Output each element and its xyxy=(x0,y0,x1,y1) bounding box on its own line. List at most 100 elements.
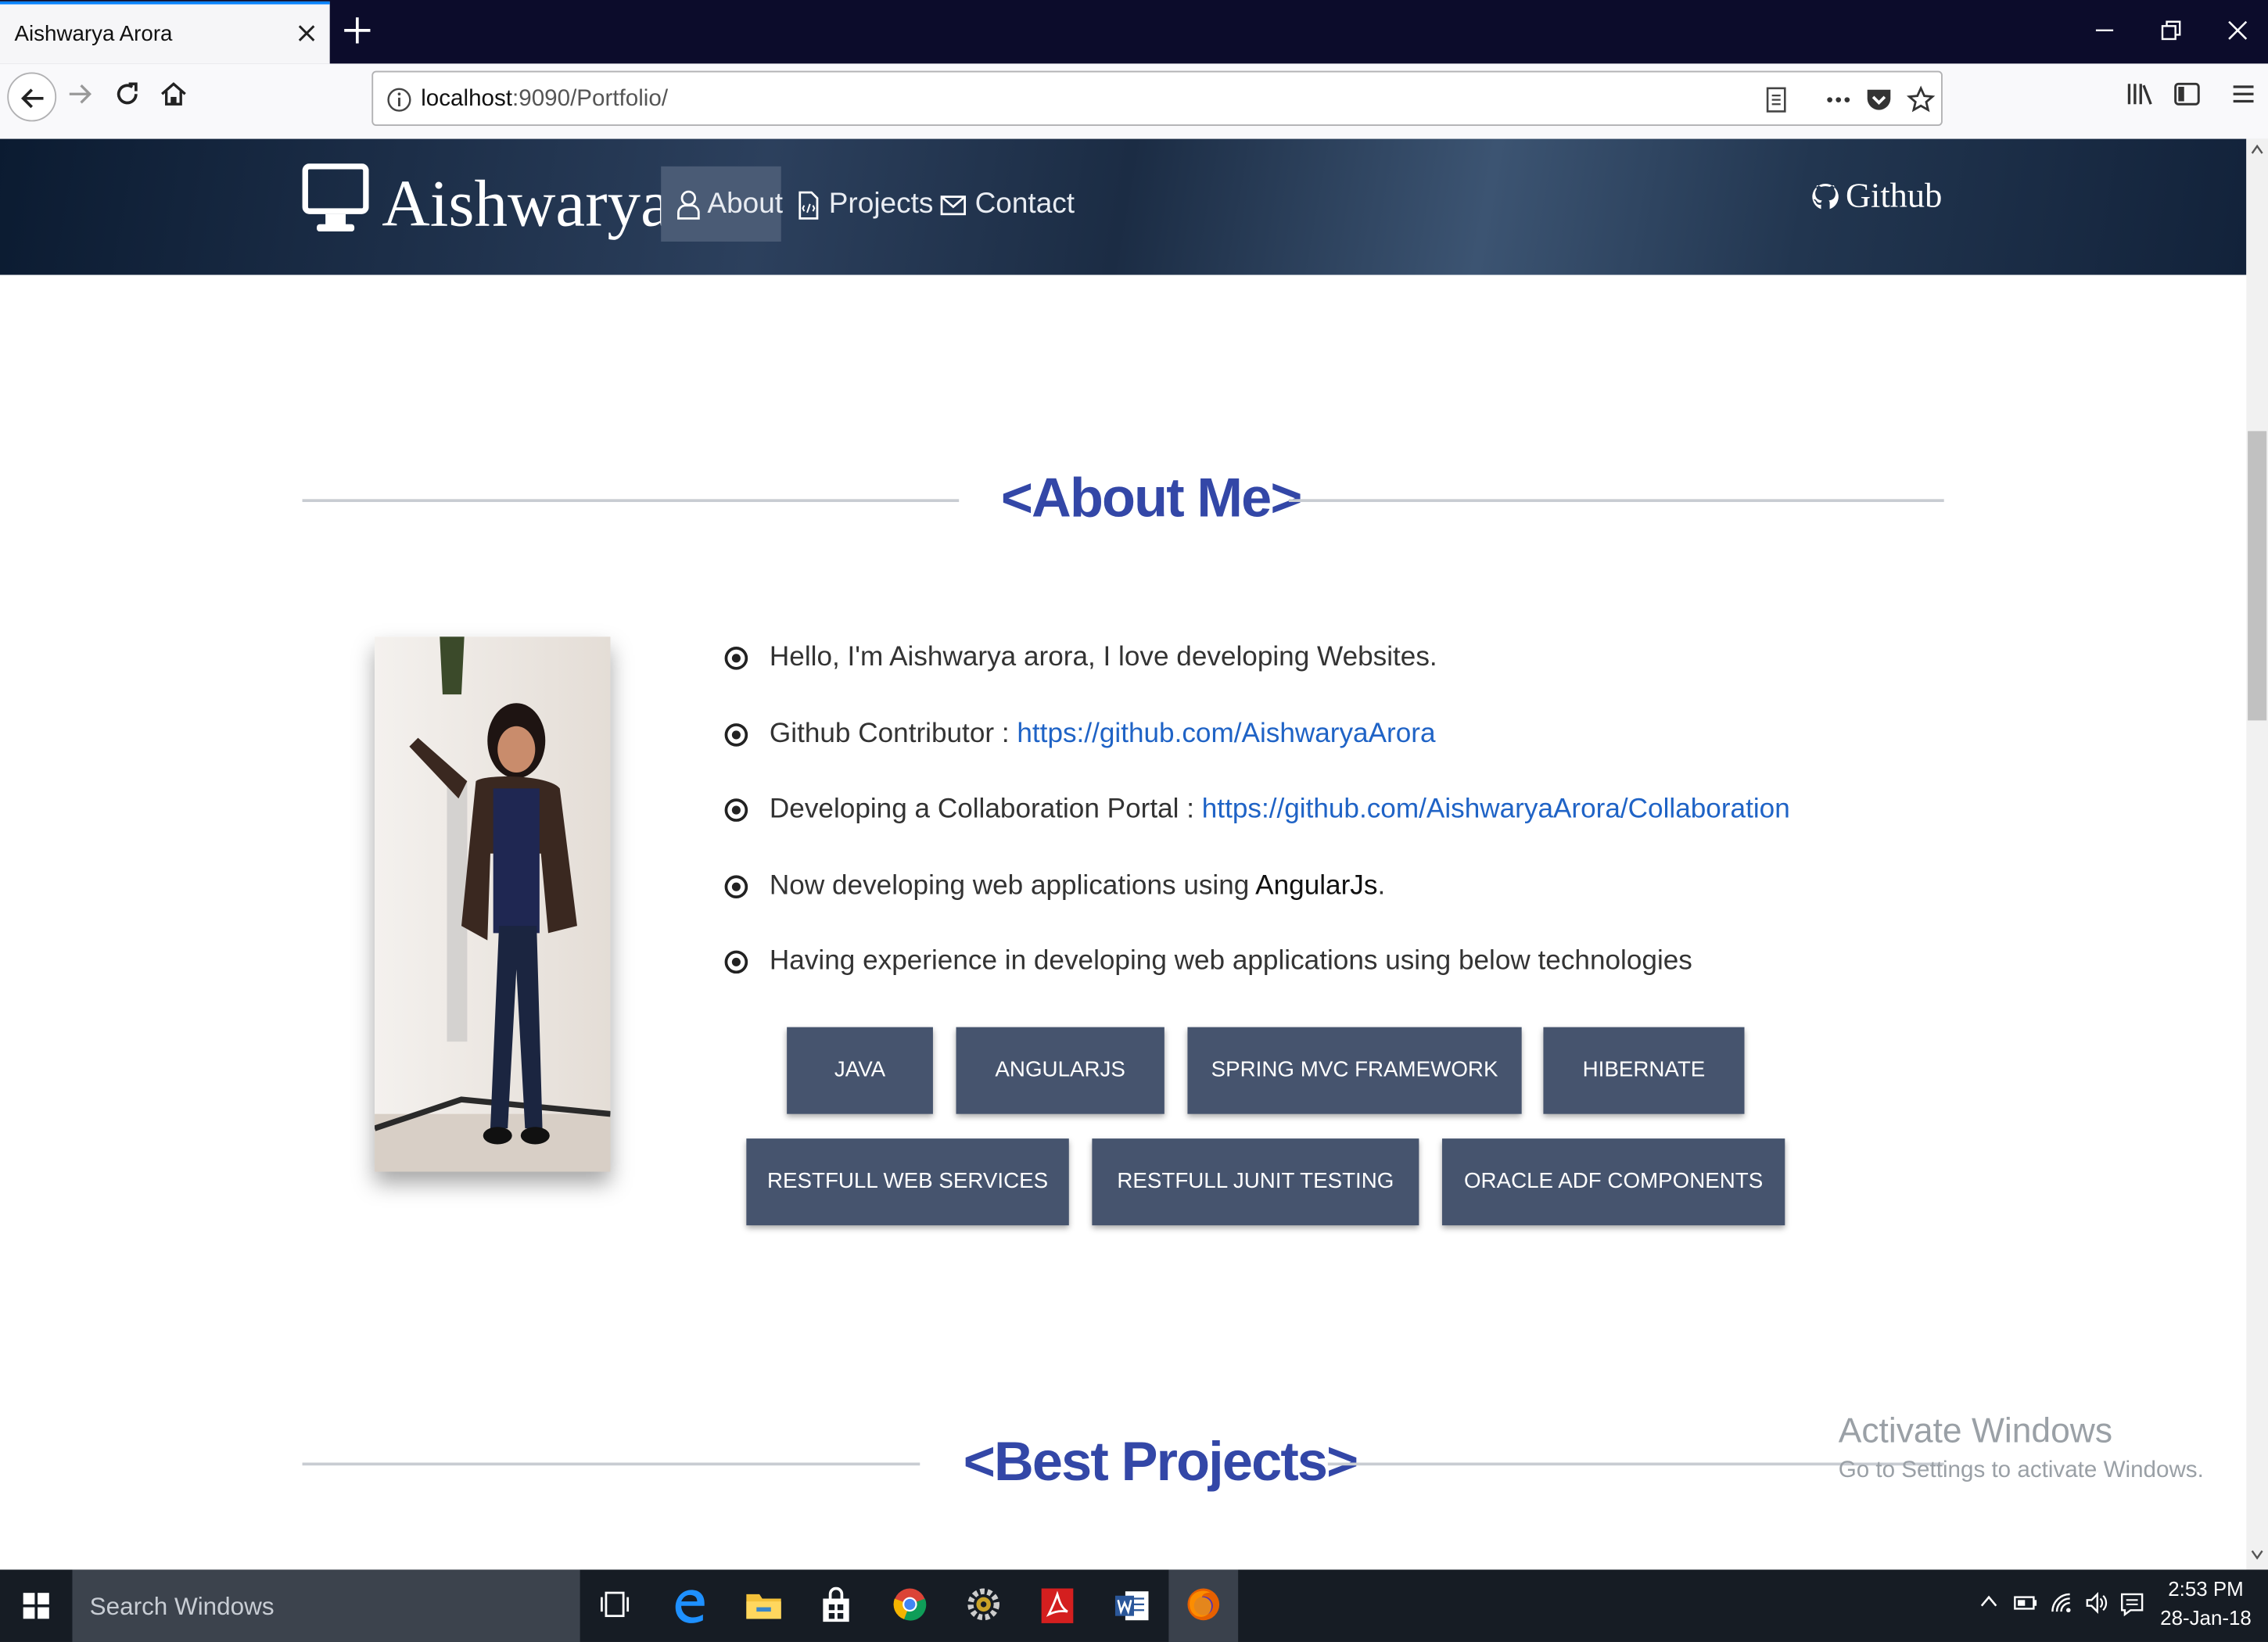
forward-icon[interactable] xyxy=(65,80,94,109)
skill-button-hibernate[interactable]: HIBERNATE xyxy=(1543,1027,1745,1114)
site-info-icon[interactable] xyxy=(386,87,412,113)
site-brand[interactable]: Aishwarya xyxy=(382,165,670,242)
skill-label: SPRING MVC FRAMEWORK xyxy=(1211,1057,1498,1082)
more-actions-icon[interactable] xyxy=(1824,85,1853,114)
word-icon xyxy=(1114,1591,1149,1621)
taskbar-chrome[interactable] xyxy=(875,1569,945,1642)
user-icon xyxy=(677,190,700,220)
scroll-up-icon[interactable] xyxy=(2251,145,2264,155)
skill-button-spring-mvc[interactable]: SPRING MVC FRAMEWORK xyxy=(1187,1027,1522,1114)
envelope-icon xyxy=(940,195,967,216)
nav-projects-label: Projects xyxy=(828,188,934,220)
volume-icon[interactable] xyxy=(2084,1591,2110,1615)
browser-tab[interactable]: Aishwarya Arora xyxy=(0,1,330,64)
nav-contact[interactable]: Contact xyxy=(936,167,1075,242)
bullet-target-icon xyxy=(724,723,748,747)
taskbar-settings-app[interactable] xyxy=(949,1569,1018,1642)
tray-chevron-icon[interactable] xyxy=(1979,1591,1999,1612)
url-bar[interactable]: localhost:9090/Portfolio/ xyxy=(371,70,1943,126)
reload-icon[interactable] xyxy=(113,80,142,109)
close-window-icon[interactable] xyxy=(2225,17,2251,43)
url-path: :9090/Portfolio/ xyxy=(512,87,669,112)
github-profile-link[interactable]: https://github.com/AishwaryaArora xyxy=(1017,719,1435,750)
store-icon xyxy=(823,1586,849,1622)
chrome-icon xyxy=(893,1588,927,1621)
menu-icon[interactable] xyxy=(2229,80,2258,109)
skill-button-restful-junit[interactable]: RESTFULL JUNIT TESTING xyxy=(1092,1138,1419,1226)
taskbar-file-explorer[interactable] xyxy=(727,1569,797,1642)
taskbar-edge[interactable] xyxy=(655,1569,725,1642)
restore-icon[interactable] xyxy=(2158,17,2184,43)
nav-about-label: About xyxy=(707,188,784,220)
notifications-icon[interactable] xyxy=(2119,1591,2145,1617)
minimize-icon[interactable] xyxy=(2091,17,2117,43)
windows-taskbar: Search Windows 2:53 PM 28-Jan-18 xyxy=(0,1569,2268,1642)
site-navbar: Aishwarya About Projects Contact Github xyxy=(0,138,2247,275)
skill-label: JAVA xyxy=(834,1057,886,1082)
profile-photo xyxy=(375,636,611,1172)
bullet-target-icon xyxy=(724,647,748,670)
projects-divider-left xyxy=(302,1462,920,1466)
about-title: <About Me> xyxy=(1000,468,1303,530)
skill-label: ORACLE ADF COMPONENTS xyxy=(1463,1168,1764,1194)
browser-toolbar: localhost:9090/Portfolio/ xyxy=(0,63,2268,141)
url-text[interactable]: localhost:9090/Portfolio/ xyxy=(421,87,668,113)
github-label: Github xyxy=(1845,177,1943,216)
about-divider-left xyxy=(302,499,960,503)
monitor-icon xyxy=(302,163,369,236)
about-item-text: Now developing web applications using xyxy=(769,870,1256,902)
sidebar-toggle-icon[interactable] xyxy=(2173,80,2202,109)
skill-button-oracle-adf[interactable]: ORACLE ADF COMPONENTS xyxy=(1441,1138,1785,1226)
skill-label: RESTFULL JUNIT TESTING xyxy=(1117,1168,1394,1194)
clock-time: 2:53 PM xyxy=(2168,1576,2244,1601)
folder-icon xyxy=(746,1594,781,1619)
windows-start-icon[interactable] xyxy=(23,1593,49,1619)
watermark-line1: Activate Windows xyxy=(1838,1411,2113,1451)
activate-windows-watermark: Activate Windows Go to Settings to activ… xyxy=(1839,1412,2204,1485)
taskbar-word[interactable] xyxy=(1096,1569,1166,1642)
back-arrow-icon xyxy=(20,88,44,109)
library-icon[interactable] xyxy=(2125,80,2154,109)
scroll-down-icon[interactable] xyxy=(2251,1550,2264,1560)
new-tab-icon[interactable] xyxy=(341,15,373,47)
taskbar-search-box[interactable]: Search Windows xyxy=(72,1569,580,1642)
system-clock[interactable]: 2:53 PM 28-Jan-18 xyxy=(2155,1577,2256,1629)
nav-contact-label: Contact xyxy=(974,188,1075,220)
skill-button-angularjs[interactable]: ANGULARJS xyxy=(956,1027,1165,1114)
projects-title: <Best Projects> xyxy=(963,1432,1358,1493)
close-tab-icon[interactable] xyxy=(295,22,318,45)
battery-icon[interactable] xyxy=(2014,1591,2040,1615)
pocket-icon[interactable] xyxy=(1864,85,1893,114)
scrollbar-thumb[interactable] xyxy=(2248,431,2267,721)
taskbar-store[interactable] xyxy=(802,1569,871,1642)
task-view-button[interactable] xyxy=(580,1569,650,1642)
nav-projects[interactable]: Projects xyxy=(791,167,933,242)
task-view-icon xyxy=(601,1591,630,1618)
page-scrollbar[interactable] xyxy=(2246,138,2268,1570)
skill-label: HIBERNATE xyxy=(1582,1057,1706,1082)
collaboration-repo-link[interactable]: https://github.com/AishwaryaArora/Collab… xyxy=(1202,794,1790,825)
screen: Aishwarya Arora localhost:9090/Portfolio… xyxy=(0,0,2268,1642)
bookmark-star-icon[interactable] xyxy=(1906,85,1936,114)
about-item-suffix: . xyxy=(1377,870,1386,902)
about-item-text: Github Contributor : xyxy=(769,719,1017,750)
bullet-target-icon xyxy=(724,950,748,974)
nav-about[interactable]: About xyxy=(661,166,784,242)
angularjs-emphasis: AngularJs xyxy=(1255,870,1378,902)
document-icon xyxy=(798,191,819,220)
taskbar-acrobat[interactable] xyxy=(1023,1569,1093,1642)
home-icon[interactable] xyxy=(159,80,188,109)
edge-icon xyxy=(675,1590,705,1623)
gear-icon xyxy=(967,1588,1000,1621)
skill-button-restful-web-services[interactable]: RESTFULL WEB SERVICES xyxy=(746,1138,1069,1226)
about-item-text: Hello, I'm Aishwarya arora, I love devel… xyxy=(769,642,1437,673)
back-button[interactable] xyxy=(7,72,57,122)
about-item-text: Developing a Collaboration Portal : xyxy=(769,794,1202,825)
taskbar-firefox[interactable] xyxy=(1168,1569,1239,1642)
skill-label: ANGULARJS xyxy=(995,1057,1125,1082)
reader-view-icon[interactable] xyxy=(1764,85,1789,114)
watermark-line2: Go to Settings to activate Windows. xyxy=(1838,1458,2204,1483)
skill-button-java[interactable]: JAVA xyxy=(787,1027,933,1114)
tab-title: Aishwarya Arora xyxy=(14,21,173,47)
wifi-icon[interactable] xyxy=(2050,1591,2076,1615)
